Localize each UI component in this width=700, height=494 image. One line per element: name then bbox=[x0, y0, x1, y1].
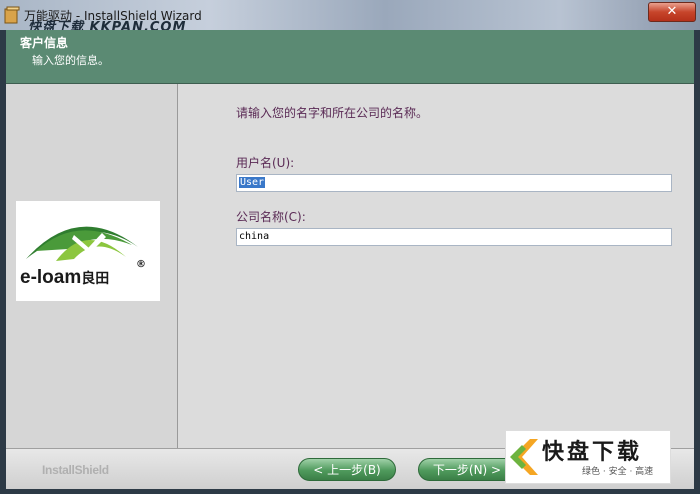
logo-text-cn: 良田 bbox=[81, 270, 110, 286]
installer-window: 万能驱动 - InstallShield Wizard 快盘下载 KKPAN.C… bbox=[0, 0, 700, 494]
logo-text-en: e-loam bbox=[20, 267, 82, 288]
company-field[interactable]: china bbox=[236, 228, 672, 246]
close-button[interactable]: ✕ bbox=[648, 2, 696, 22]
left-banner-panel: e-loam良田 ® bbox=[6, 84, 178, 448]
registered-mark: ® bbox=[136, 259, 146, 270]
logo-text: e-loam良田 bbox=[20, 267, 109, 289]
watermark-badge: 快盘下载 绿色 · 安全 · 高速 bbox=[505, 430, 671, 484]
page-header: 客户信息 输入您的信息。 bbox=[6, 30, 694, 84]
next-button[interactable]: 下一步(N) > bbox=[418, 458, 516, 481]
company-label: 公司名称(C): bbox=[236, 210, 306, 224]
close-icon: ✕ bbox=[666, 4, 678, 19]
watermark-slogan: 绿色 · 安全 · 高速 bbox=[582, 467, 654, 477]
watermark-title: 快盘下载 bbox=[542, 440, 643, 465]
page-title: 客户信息 bbox=[20, 36, 69, 50]
username-value: User bbox=[239, 177, 266, 188]
title-bar[interactable]: 万能驱动 - InstallShield Wizard 快盘下载 KKPAN.C… bbox=[0, 0, 700, 35]
username-label: 用户名(U): bbox=[236, 156, 295, 170]
watermark-logo-icon bbox=[510, 439, 538, 475]
installer-app-icon bbox=[4, 6, 20, 24]
installshield-brand: InstallShield bbox=[42, 463, 109, 477]
form-prompt: 请输入您的名字和所在公司的名称。 bbox=[236, 106, 429, 120]
username-field[interactable]: User bbox=[236, 174, 672, 192]
company-value: china bbox=[239, 231, 270, 242]
eloam-logo: e-loam良田 ® bbox=[16, 201, 160, 301]
back-button[interactable]: < 上一步(B) bbox=[298, 458, 396, 481]
page-subtitle: 输入您的信息。 bbox=[32, 54, 109, 67]
wizard-body: e-loam良田 ® 请输入您的名字和所在公司的名称。 用户名(U): User… bbox=[6, 84, 694, 448]
